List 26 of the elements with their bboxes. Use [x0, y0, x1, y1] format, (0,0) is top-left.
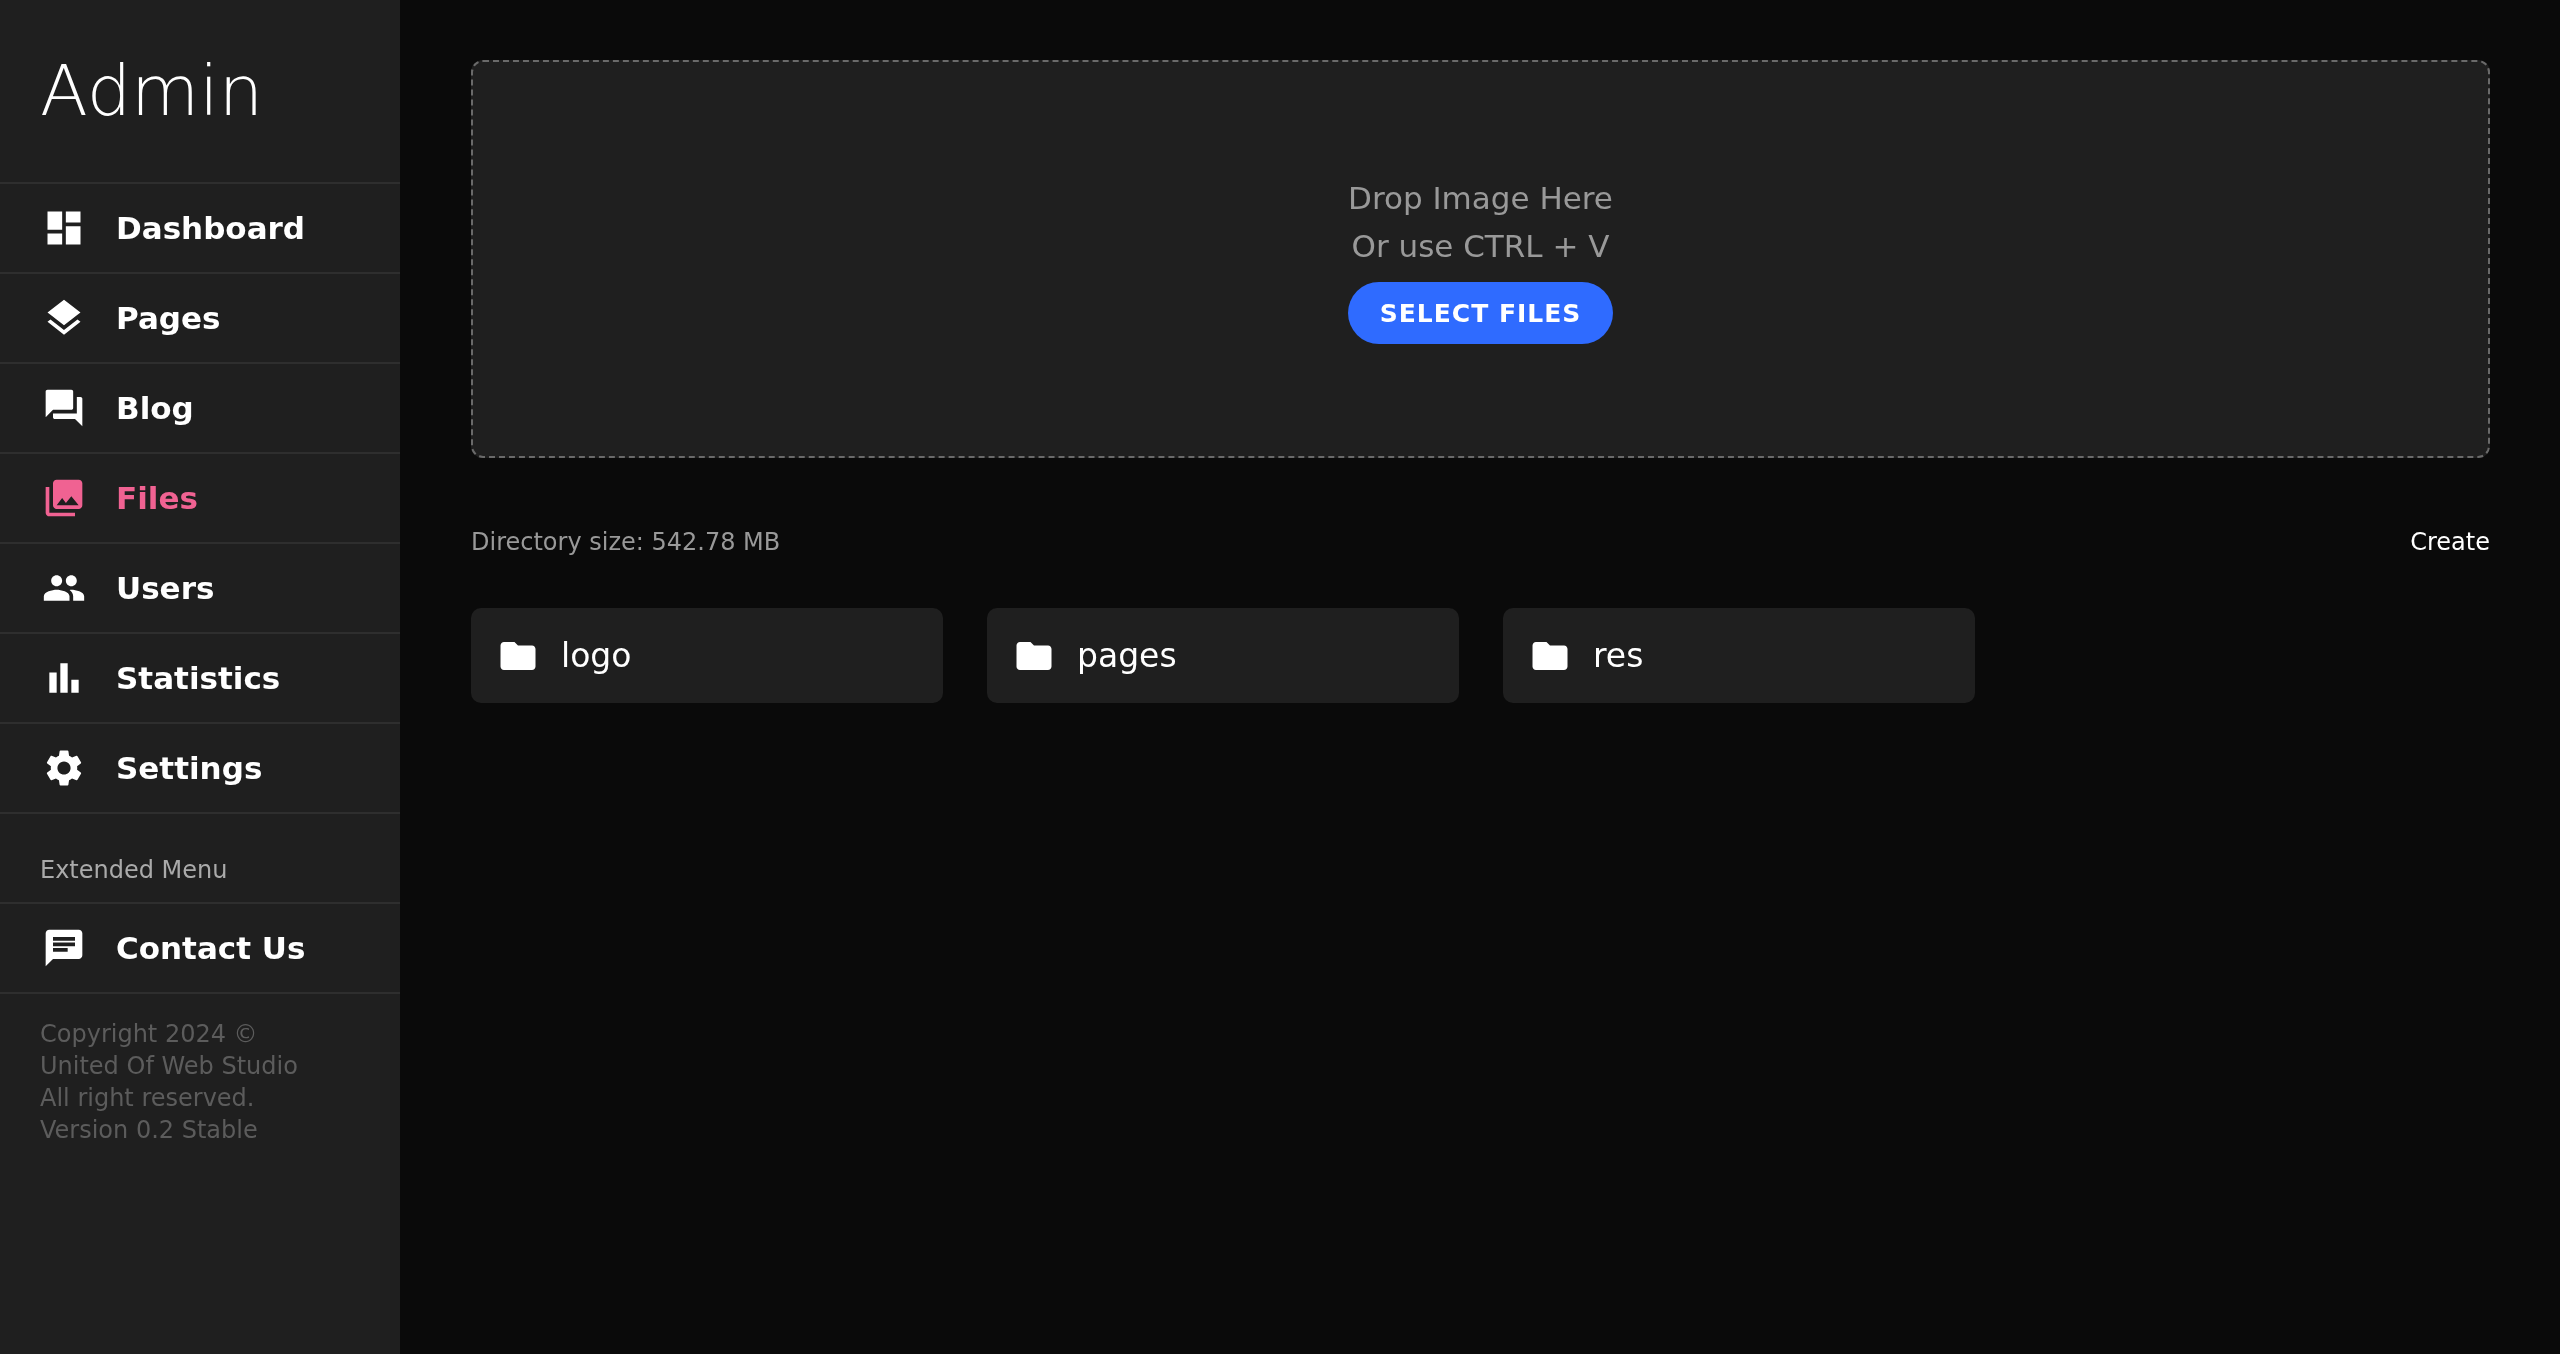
footer-text: United Of Web Studio	[40, 1051, 299, 1082]
nav-item[interactable]: Settings	[0, 724, 400, 814]
footer-text: Version 0.2 Stable	[40, 1115, 259, 1146]
drop-hint: Drop Image Here	[1348, 179, 1613, 218]
folder-name: res	[1593, 636, 1644, 675]
directory-size: Directory size: 542.78 MB	[471, 528, 781, 556]
drop-zone[interactable]: Drop Image Here Or use CTRL + V SELECT FILES	[471, 60, 2490, 458]
nav-item[interactable]: Files	[0, 454, 400, 544]
section-heading: Extended Menu	[0, 814, 400, 904]
footer-text: All right reserved.	[40, 1083, 256, 1114]
folder-card[interactable]: res	[1503, 608, 1975, 703]
nav-item[interactable]: Blog	[0, 364, 400, 454]
folder-card[interactable]: pages	[987, 608, 1459, 703]
folder-card[interactable]: logo	[471, 608, 943, 703]
folder-name: pages	[1077, 636, 1177, 675]
create-link[interactable]: Create	[2410, 528, 2490, 556]
folder-name: logo	[561, 636, 632, 675]
nav-item[interactable]: Contact Us	[0, 904, 400, 994]
sidebar-title: Admin	[0, 0, 400, 184]
nav-item[interactable]: Users	[0, 544, 400, 634]
select-files-button[interactable]: SELECT FILES	[1347, 282, 1614, 344]
footer-text: Copyright 2024 ©	[40, 1019, 259, 1050]
nav-item[interactable]: Dashboard	[0, 184, 400, 274]
nav-item[interactable]: Pages	[0, 274, 400, 364]
nav-item[interactable]: Statistics	[0, 634, 400, 724]
drop-hint: Or use CTRL + V	[1351, 227, 1610, 266]
